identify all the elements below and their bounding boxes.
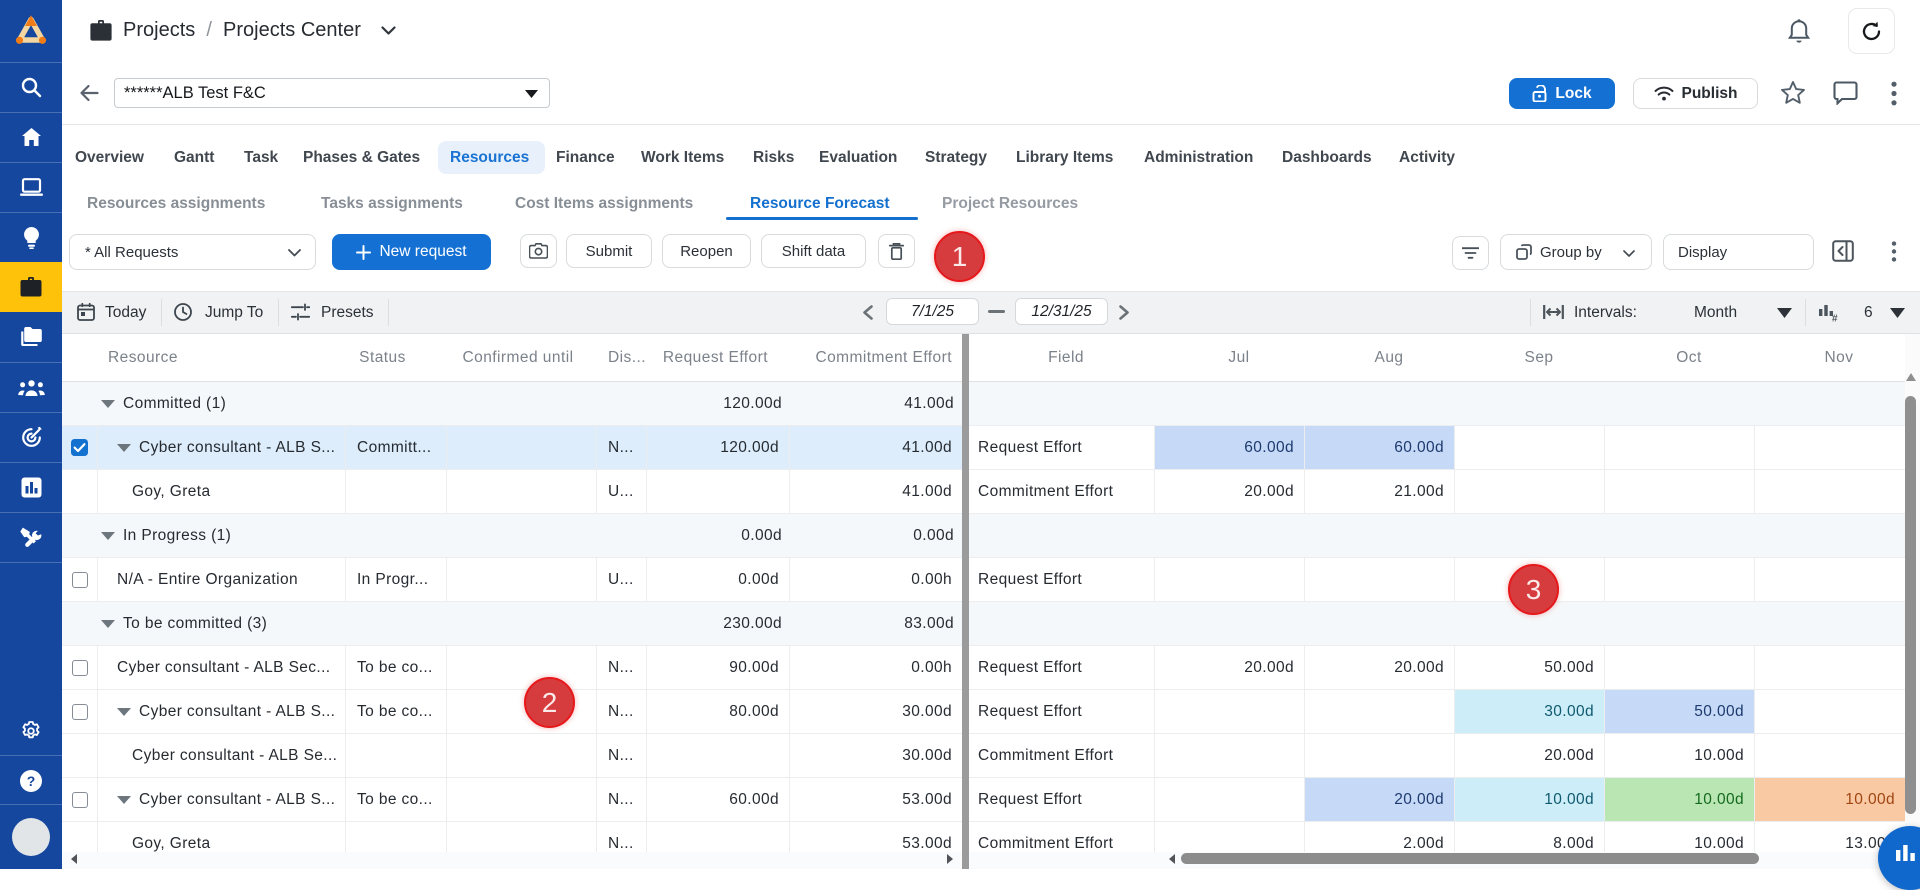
svg-text:#: #: [1832, 314, 1838, 323]
svg-text:?: ?: [27, 773, 36, 789]
